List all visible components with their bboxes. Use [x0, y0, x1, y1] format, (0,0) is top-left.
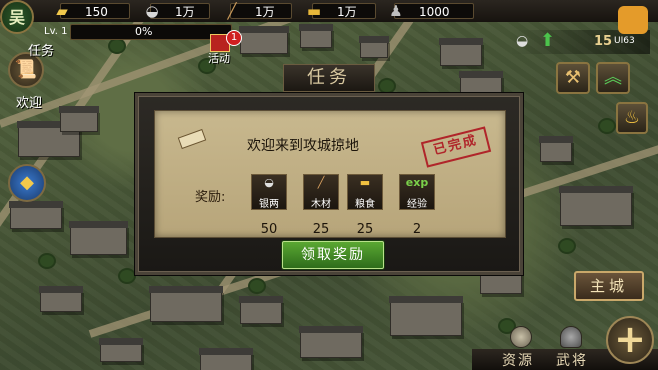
- tab-resources[interactable]: 资源: [502, 350, 534, 370]
- reward-name: 经验: [407, 199, 427, 210]
- grain-icon: ▬: [359, 176, 371, 189]
- wood-counter[interactable]: ╱ 1万: [227, 2, 292, 20]
- activity-label: 活动: [208, 52, 230, 65]
- silver-bowl-icon: ◒: [516, 33, 529, 49]
- scroll-icon: 📜: [14, 59, 38, 80]
- rank-up-button[interactable]: ︽: [596, 62, 630, 94]
- soldier-counter[interactable]: ♟ 1000: [389, 2, 474, 20]
- reward-silver: ◒ 银两: [251, 174, 287, 210]
- exp-icon: exp: [405, 176, 429, 189]
- completed-stamp: 已完成: [420, 126, 492, 168]
- wood-icon: ╱: [317, 176, 325, 189]
- activity-button[interactable]: 1 活动: [204, 30, 242, 65]
- silver-counter[interactable]: ◒ 1万: [145, 2, 210, 20]
- app-logo-icon: ◆: [20, 172, 34, 193]
- welcome-label: 欢迎: [16, 96, 43, 111]
- mascot-logo: [618, 6, 648, 34]
- reward-silver-value: 50: [260, 222, 278, 237]
- soldier-value: 1000: [419, 5, 450, 19]
- reward-exp: exp 经验: [399, 174, 435, 210]
- wood-icon: ╱: [227, 2, 237, 20]
- reward-name: 银两: [259, 199, 279, 210]
- faction-emblem[interactable]: 吴: [0, 0, 34, 34]
- notification-badge: 1: [226, 30, 242, 46]
- app-shortcut-button[interactable]: ◆: [8, 164, 46, 202]
- gold-ingot-icon: ▰: [56, 2, 68, 20]
- wood-value: 1万: [255, 5, 275, 19]
- reward-name: 木材: [311, 199, 331, 210]
- up-arrow-icon: ⬆: [540, 30, 556, 51]
- reward-grain-value: 25: [356, 222, 374, 237]
- gold-value: 150: [85, 5, 108, 19]
- chevrons-up-icon: ︽: [604, 67, 622, 88]
- quest-label: 任务: [28, 44, 55, 59]
- plus-icon: +: [614, 317, 646, 361]
- reward-label: 奖励:: [195, 190, 226, 205]
- dialog-title: 任务: [283, 64, 375, 92]
- gold-counter[interactable]: ▰ 150: [56, 2, 130, 20]
- reward-name: 粮食: [355, 199, 375, 210]
- helmet-icon: [560, 326, 582, 348]
- reward-grain: ▬ 粮食: [347, 174, 383, 210]
- claim-reward-button[interactable]: 领取奖励: [282, 241, 384, 269]
- grain-value: 1万: [337, 5, 357, 19]
- expand-menu-button[interactable]: +: [606, 316, 654, 364]
- quest-panel: 欢迎来到攻城掠地 已完成 奖励: ◒ 银两 ╱ 木材 ▬ 粮食 exp 经验 5…: [154, 110, 506, 238]
- quest-name: 欢迎来到攻城掠地: [247, 138, 359, 154]
- brand-logo: UI63: [614, 36, 635, 46]
- grain-counter[interactable]: ▬ 1万: [307, 2, 376, 20]
- quest-dialog: 欢迎来到攻城掠地 已完成 奖励: ◒ 银两 ╱ 木材 ▬ 粮食 exp 经验 5…: [135, 93, 523, 275]
- silver-value: 1万: [175, 5, 195, 19]
- coin-icon: [510, 326, 532, 348]
- lantern-button[interactable]: ♨: [616, 102, 648, 134]
- silver-ingot-icon: ◒: [264, 176, 274, 189]
- hammer-icon: ⚒: [564, 67, 582, 88]
- hammer-button[interactable]: ⚒: [556, 62, 590, 94]
- reward-wood: ╱ 木材: [303, 174, 339, 210]
- tab-generals[interactable]: 武将: [556, 350, 588, 370]
- reward-exp-value: 2: [412, 222, 422, 237]
- reward-wood-value: 25: [312, 222, 330, 237]
- soldier-icon: ♟: [389, 2, 403, 20]
- xp-percent: 0%: [135, 25, 153, 38]
- silver-ingot-icon: ◒: [145, 2, 159, 20]
- scroll-icon: [177, 128, 207, 150]
- lantern-icon: ♨: [623, 107, 641, 128]
- player-level: Lv. 1: [44, 26, 68, 37]
- grain-icon: ▬: [306, 2, 322, 20]
- main-city-button[interactable]: 主城: [574, 271, 644, 301]
- power-value: 15: [594, 34, 613, 49]
